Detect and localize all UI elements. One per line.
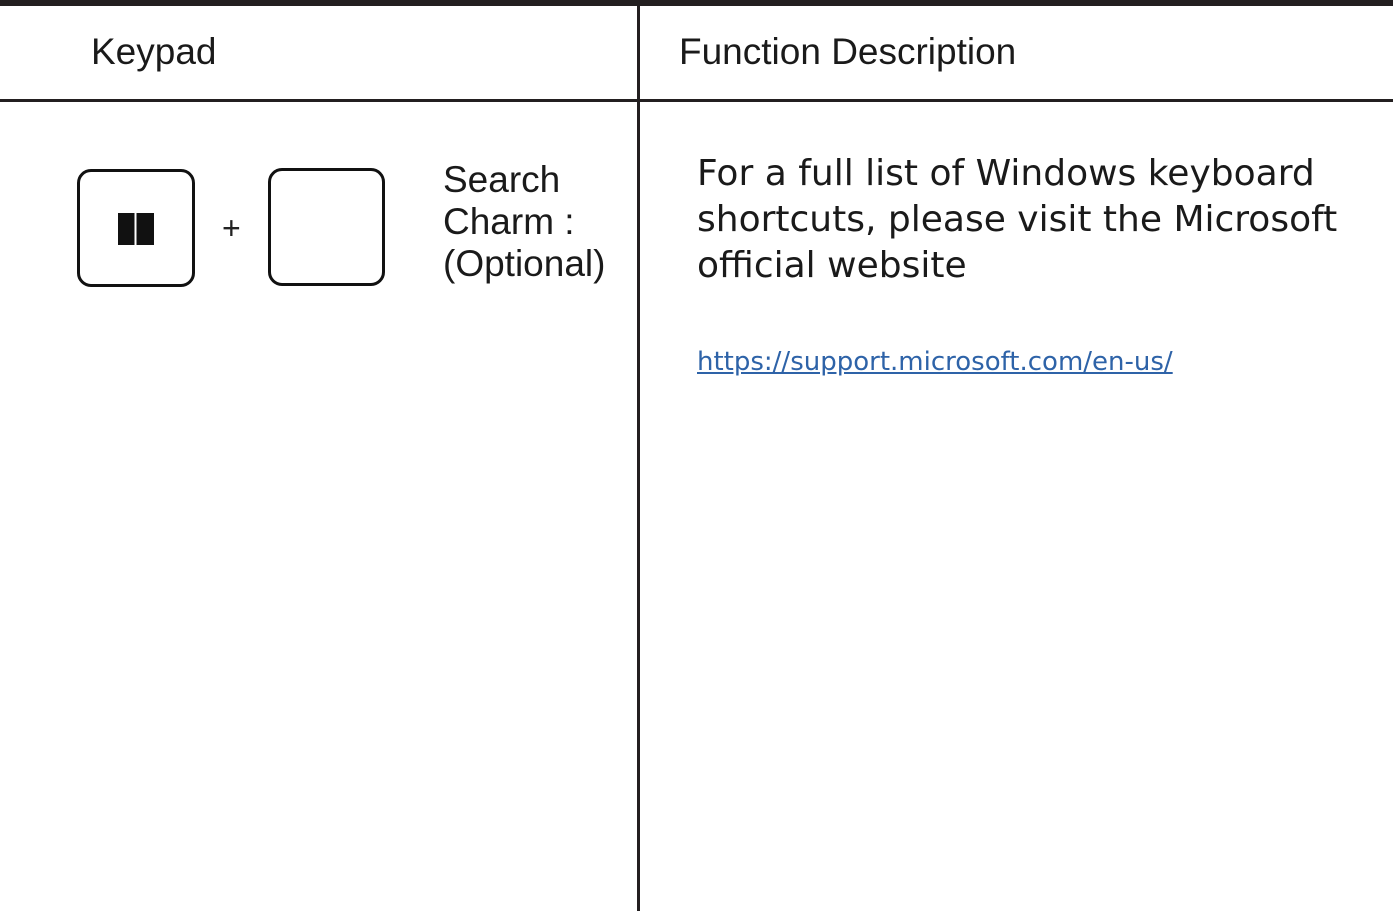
description-line: shortcuts, please visit the Microsoft bbox=[697, 199, 1338, 240]
blank-key bbox=[268, 168, 385, 286]
windows-logo-icon bbox=[118, 213, 154, 245]
action-label: Search Charm : (Optional) bbox=[443, 159, 605, 285]
shortcut-table-page: Keypad Function Description + Search Cha… bbox=[0, 0, 1393, 911]
description-line: official website bbox=[697, 245, 967, 286]
column-divider bbox=[637, 0, 640, 911]
microsoft-support-link[interactable]: https://support.microsoft.com/en-us/ bbox=[697, 345, 1173, 379]
table-top-rule bbox=[0, 0, 1393, 6]
description-line: For a full list of Windows keyboard bbox=[697, 153, 1315, 194]
function-description: For a full list of Windows keyboard shor… bbox=[697, 151, 1357, 289]
keypad-column-header: Keypad bbox=[91, 31, 217, 72]
action-label-line: Charm : bbox=[443, 201, 575, 242]
plus-sign: + bbox=[222, 210, 241, 246]
header-divider bbox=[0, 99, 1393, 102]
action-label-line: (Optional) bbox=[443, 243, 606, 284]
function-column-header: Function Description bbox=[679, 31, 1017, 72]
action-label-line: Search bbox=[443, 159, 561, 200]
